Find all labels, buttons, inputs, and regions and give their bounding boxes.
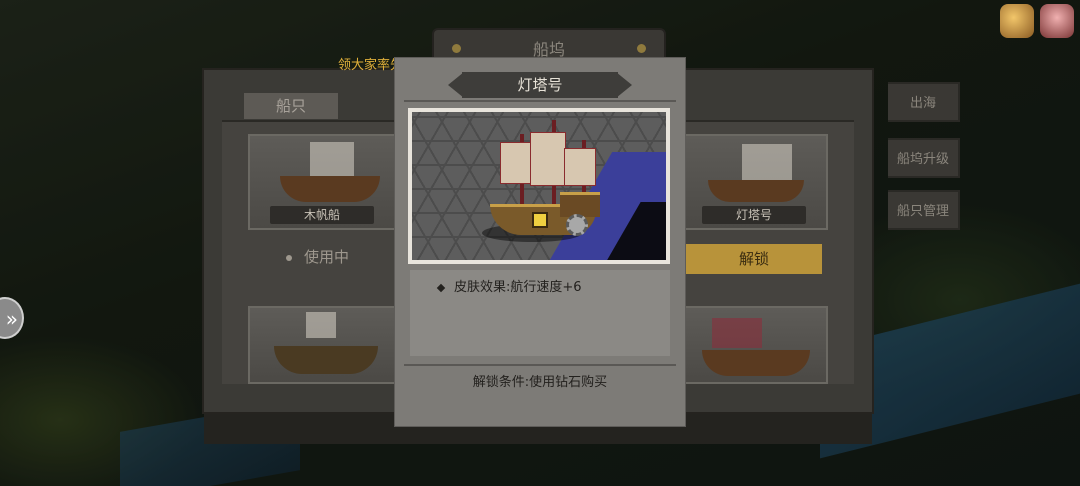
ship-card-lighthouse[interactable]: 灯塔号 (680, 134, 828, 230)
ship-hull (274, 346, 378, 374)
ship-sail (742, 144, 792, 180)
ship-card-4[interactable] (680, 306, 828, 384)
skin-effect-text: 皮肤效果:航行速度+6 (454, 280, 582, 295)
mailbox-icon[interactable] (1040, 4, 1074, 38)
popup-title: 灯塔号 (517, 76, 563, 94)
ship-sail (530, 132, 566, 186)
tab-set-sail[interactable]: 出海 (888, 82, 960, 122)
ship-preview-image (412, 112, 666, 260)
treasure-chest-icon[interactable] (1000, 4, 1034, 38)
ship-card-wooden-sailboat[interactable]: 木帆船 (248, 134, 396, 230)
ship-hull (708, 180, 804, 202)
rivet-icon (637, 44, 646, 53)
unlock-condition: 解锁条件:使用钻石购买 (472, 375, 608, 390)
ship-name: 木帆船 (270, 206, 374, 224)
ship-sail (306, 312, 336, 338)
ship-card-3[interactable] (248, 306, 396, 384)
divider (404, 364, 676, 366)
divider (404, 100, 676, 102)
ship-stern (560, 192, 600, 217)
ship-hull (702, 350, 810, 376)
ship-sail (712, 318, 762, 348)
tab-dock-upgrade[interactable]: 船坞升级 (888, 138, 960, 178)
skin-effect: 皮肤效果:航行速度+6 (436, 276, 582, 295)
ship-sail (500, 142, 532, 184)
ship-name: 灯塔号 (702, 206, 806, 224)
diamond-bullet-icon (436, 283, 446, 292)
bullet-icon (286, 254, 292, 261)
section-label-ships: 船只 (244, 93, 338, 119)
unlock-button[interactable]: 解锁 (686, 244, 822, 274)
ship-sail (310, 142, 354, 176)
status-text: 使用中 (304, 248, 350, 266)
wheel-icon (566, 214, 588, 236)
ship-hull (280, 176, 380, 202)
gem-icon (532, 212, 548, 228)
tab-ship-management[interactable]: 船只管理 (888, 190, 960, 230)
ship-status-in-use: 使用中 (286, 246, 349, 267)
ship-sail (564, 148, 596, 186)
